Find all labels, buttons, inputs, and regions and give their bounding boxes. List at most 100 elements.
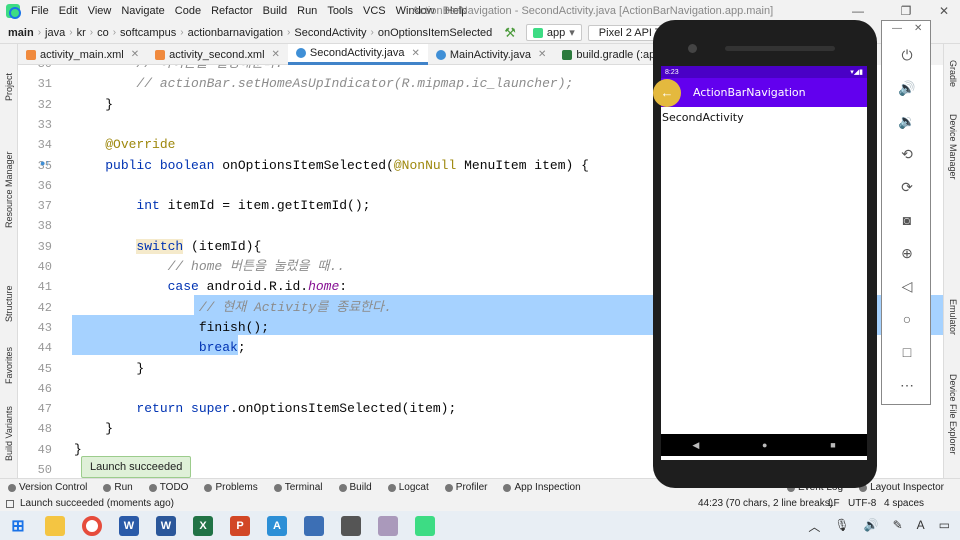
tool-profiler[interactable]: Profiler [444, 482, 487, 493]
emulator-screen[interactable]: 8:23 ▾◢▮ ← ActionBarNavigation SecondAct… [653, 66, 867, 460]
calculator-icon[interactable] [341, 515, 361, 536]
breadcrumb-item[interactable]: SecondActivity [290, 27, 370, 39]
breadcrumb-item[interactable]: onOptionsItemSelected [374, 27, 496, 39]
tool-run[interactable]: Run [103, 482, 133, 493]
menu-edit[interactable]: Edit [54, 5, 83, 17]
hammer-icon[interactable]: ⚒ [504, 25, 516, 41]
tab-mainactivity-java[interactable]: MainActivity.java ✕ [428, 44, 555, 65]
app-icon[interactable]: A [267, 515, 287, 536]
tab-resource-manager[interactable]: Resource Manager [0, 140, 18, 240]
menu-tools[interactable]: Tools [322, 5, 358, 17]
override-marker-icon[interactable]: ●↑ [40, 158, 52, 170]
power-icon[interactable]: ⏻ [882, 44, 932, 66]
snipping-tool-icon[interactable] [378, 515, 398, 536]
tab-device-file-explorer[interactable]: Device File Explorer [944, 374, 960, 474]
zoom-icon[interactable]: ⊕ [882, 242, 932, 264]
menu-code[interactable]: Code [170, 5, 206, 17]
camera-icon[interactable]: ◙ [882, 209, 932, 231]
powerpoint-icon[interactable]: P [230, 515, 250, 536]
tab-activity-main-xml[interactable]: activity_main.xml ✕ [18, 44, 147, 65]
line-separator[interactable]: LF [828, 498, 840, 509]
minimize-icon[interactable]: — [842, 0, 874, 22]
tab-favorites[interactable]: Favorites [0, 340, 18, 390]
breadcrumb-item[interactable]: co [93, 27, 113, 39]
code-text: // home 버튼을 눌렀을 때.. [167, 259, 345, 274]
minimize-icon[interactable]: — [892, 23, 902, 34]
close-icon[interactable]: ✕ [928, 0, 960, 22]
menu-file[interactable]: File [26, 5, 54, 17]
microphone-icon[interactable]: 🎙 [834, 518, 849, 535]
breadcrumb-item[interactable]: actionbarnavigation [184, 27, 287, 39]
caret-position[interactable]: 44:23 (70 chars, 2 line breaks) [698, 498, 833, 509]
overview-icon[interactable]: □ [882, 341, 932, 363]
close-tab-icon[interactable]: ✕ [272, 49, 280, 60]
breadcrumb-item[interactable]: main [4, 27, 38, 39]
android-studio-taskbar-icon[interactable] [415, 515, 435, 536]
menu-navigate[interactable]: Navigate [116, 5, 169, 17]
nav-recents-icon[interactable]: ■ [830, 440, 835, 450]
tool-problems[interactable]: Problems [204, 482, 258, 493]
home-icon[interactable]: ○ [882, 308, 932, 330]
line-number: 42 [37, 300, 52, 315]
word-icon[interactable]: W [156, 515, 176, 536]
close-tab-icon[interactable]: ✕ [131, 49, 139, 60]
menu-refactor[interactable]: Refactor [206, 5, 258, 17]
tool-layout-inspector[interactable]: Layout Inspector [859, 482, 944, 493]
run-config-select[interactable]: app ▾ [525, 24, 582, 41]
tab-project[interactable]: Project [0, 52, 18, 122]
tab-device-manager[interactable]: Device Manager [944, 114, 960, 214]
excel-icon[interactable]: X [193, 515, 213, 536]
chrome-icon[interactable] [82, 515, 102, 536]
back-icon[interactable]: ◁ [882, 275, 932, 297]
notepad-icon[interactable] [304, 515, 324, 536]
problems-icon [204, 483, 213, 492]
android-icon [532, 27, 543, 38]
tool-terminal[interactable]: Terminal [273, 482, 323, 493]
speaker-icon[interactable]: 🔊 [864, 518, 879, 535]
java-file-icon [295, 48, 306, 58]
menu-run[interactable]: Run [292, 5, 322, 17]
indent-setting[interactable]: 4 spaces [884, 498, 924, 509]
line-number: 48 [37, 422, 52, 437]
tab-label: build.gradle (:app) [576, 48, 666, 61]
tool-app-inspection[interactable]: App Inspection [503, 482, 581, 493]
close-tab-icon[interactable]: ✕ [411, 48, 419, 59]
maximize-icon[interactable]: ❐ [890, 0, 922, 22]
tool-todo[interactable]: TODO [148, 482, 188, 493]
wordpad-icon[interactable]: W [119, 515, 139, 536]
chevron-up-icon[interactable]: ︿ [808, 518, 820, 535]
menu-view[interactable]: View [83, 5, 117, 17]
menu-build[interactable]: Build [258, 5, 292, 17]
file-explorer-icon[interactable] [45, 515, 65, 536]
notification-icon[interactable]: ▭ [939, 518, 950, 535]
menu-vcs[interactable]: VCS [358, 5, 391, 17]
volume-down-icon[interactable]: 🔉 [882, 110, 932, 132]
volume-up-icon[interactable]: 🔊 [882, 77, 932, 99]
tool-logcat[interactable]: Logcat [387, 482, 429, 493]
breadcrumb-item[interactable]: softcampus [116, 27, 180, 39]
line-number: 33 [37, 117, 52, 132]
up-navigation-button[interactable]: ← [653, 78, 681, 107]
language-icon[interactable]: A [917, 518, 925, 535]
breadcrumb-item[interactable]: kr [73, 27, 90, 39]
tab-emulator[interactable]: Emulator [944, 299, 960, 359]
close-tab-icon[interactable]: ✕ [538, 49, 546, 60]
tool-version-control[interactable]: Version Control [8, 482, 87, 493]
file-encoding[interactable]: UTF-8 [848, 498, 876, 509]
pen-icon[interactable]: ✎ [893, 518, 903, 535]
tab-structure[interactable]: Structure [0, 274, 18, 334]
nav-home-icon[interactable]: ● [762, 440, 767, 450]
rotate-right-icon[interactable]: ⟳ [882, 176, 932, 198]
close-icon[interactable]: ✕ [914, 23, 922, 34]
status-panel-icon[interactable] [6, 499, 14, 508]
tab-gradle[interactable]: Gradle [944, 60, 960, 105]
nav-back-icon[interactable]: ◀ [692, 440, 699, 451]
tab-secondactivity-java[interactable]: SecondActivity.java ✕ [287, 44, 428, 65]
more-icon[interactable]: ⋯ [882, 374, 932, 396]
tool-build[interactable]: Build [338, 482, 372, 493]
breadcrumb-item[interactable]: java [41, 27, 69, 39]
windows-start-icon[interactable]: ⊞ [8, 516, 28, 536]
tab-build-variants[interactable]: Build Variants [0, 399, 18, 469]
rotate-left-icon[interactable]: ⟲ [882, 143, 932, 165]
tab-activity-second-xml[interactable]: activity_second.xml ✕ [147, 44, 288, 65]
